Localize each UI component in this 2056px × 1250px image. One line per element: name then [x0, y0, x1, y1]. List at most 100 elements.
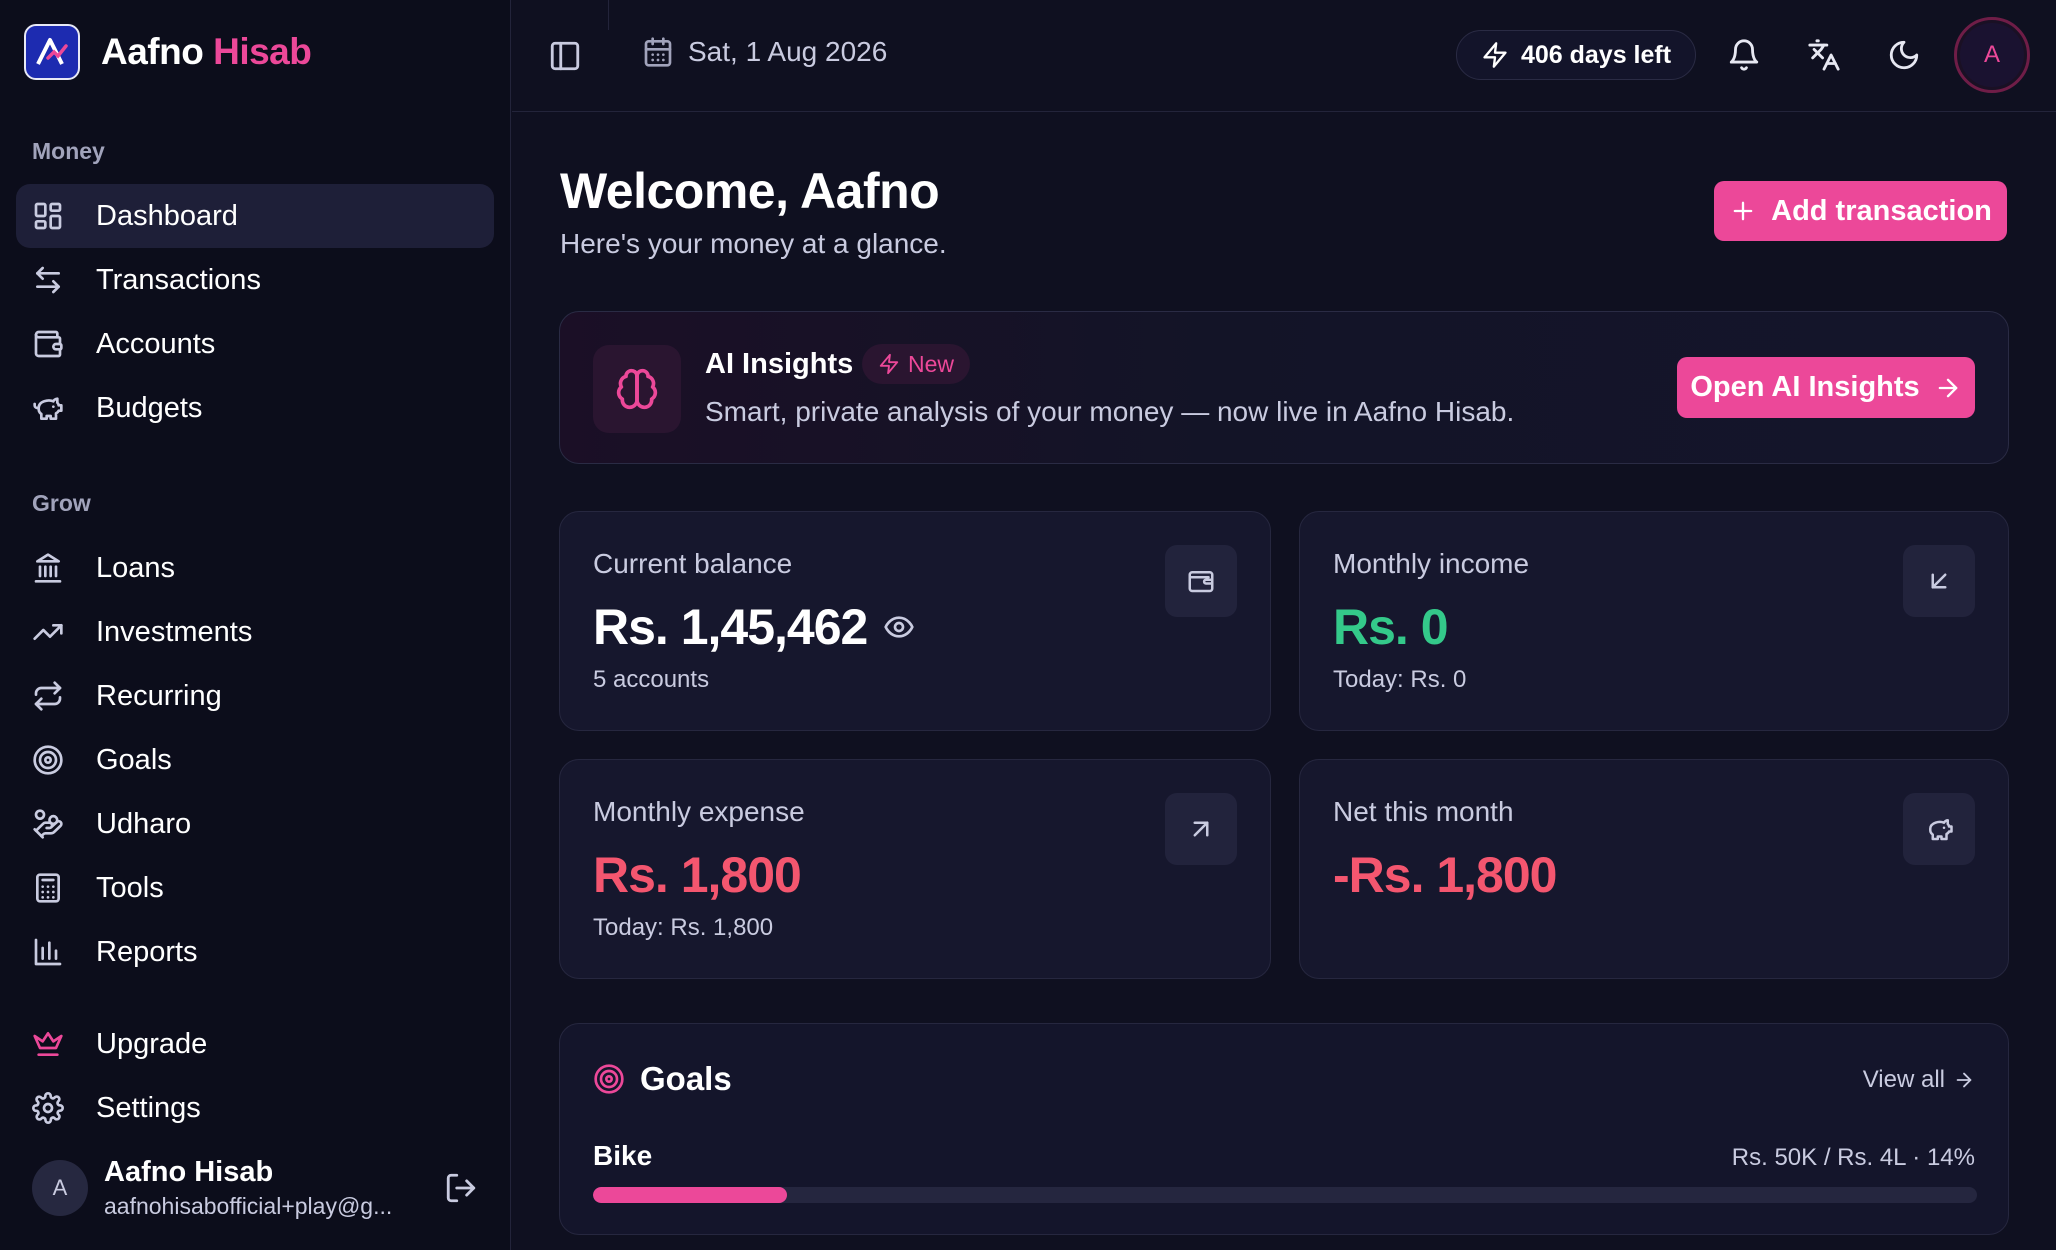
sidebar-item-transactions[interactable]: Transactions: [16, 248, 494, 312]
brand-name-part2: Hisab: [213, 31, 312, 72]
open-ai-insights-label: Open AI Insights: [1690, 371, 1920, 403]
target-icon: [33, 745, 63, 775]
bar-chart-icon: [34, 938, 62, 966]
goals-card: Goals View all Bike Rs. 50K / Rs. 4L · 1…: [559, 1023, 2009, 1235]
brand[interactable]: Aafno Hisab: [24, 24, 312, 80]
hand-coins-icon: [33, 809, 63, 839]
gear-icon: [32, 1092, 64, 1124]
goal-progress-fill: [593, 1187, 787, 1203]
piggy-bank-icon: [33, 397, 63, 420]
current-balance-card[interactable]: Current balance Rs. 1,45,462 5 accounts: [559, 511, 1271, 731]
stat-label: Monthly income: [1333, 548, 1530, 579]
bell-icon[interactable]: [1727, 38, 1761, 72]
ai-insights-banner: AI Insights New Smart, private analysis …: [559, 311, 2009, 464]
sidebar-item-label: Recurring: [96, 679, 222, 712]
sidebar-item-udharo[interactable]: Udharo: [16, 792, 494, 856]
moon-icon[interactable]: [1887, 38, 1921, 72]
date-text: Sat, 1 Aug 2026: [688, 36, 888, 67]
dashboard-grid-icon: [34, 202, 62, 230]
top-bar: Sat, 1 Aug 2026 406 days left A: [512, 0, 2056, 112]
goals-title: Goals: [640, 1060, 732, 1097]
sidebar-item-label: Tools: [96, 871, 164, 904]
section-label-grow: Grow: [32, 490, 91, 516]
sidebar-item-dashboard[interactable]: Dashboard: [16, 184, 494, 248]
sidebar-item-label: Settings: [96, 1091, 201, 1124]
new-badge-label: New: [908, 350, 955, 377]
add-transaction-button[interactable]: Add transaction: [1714, 181, 2007, 241]
sidebar-item-label: Transactions: [96, 263, 261, 296]
wallet-icon: [1165, 545, 1237, 617]
arrows-left-right-icon: [36, 266, 60, 294]
arrow-right-icon: [1956, 1072, 1972, 1088]
stat-subtext: 5 accounts: [593, 666, 710, 693]
sidebar-item-label: Goals: [96, 743, 172, 776]
stat-value: Rs. 1,45,462: [593, 598, 915, 656]
new-badge: New: [862, 344, 971, 384]
sidebar-item-label: Udharo: [96, 807, 192, 840]
sidebar-item-label: Accounts: [96, 327, 216, 360]
page-subtitle: Here's your money at a glance.: [560, 228, 947, 259]
sidebar-item-label: Dashboard: [96, 199, 238, 232]
crown-icon: [33, 1032, 63, 1056]
profile-avatar[interactable]: A: [1954, 17, 2030, 93]
sidebar-item-accounts[interactable]: Accounts: [16, 312, 494, 376]
sidebar-item-loans[interactable]: Loans: [16, 536, 494, 600]
current-date: Sat, 1 Aug 2026: [642, 36, 887, 68]
current-balance-value: Rs. 1,45,462: [593, 599, 868, 655]
divider: [608, 0, 609, 30]
sidebar-item-goals[interactable]: Goals: [16, 728, 494, 792]
eye-icon[interactable]: [883, 611, 915, 643]
sidebar-item-upgrade[interactable]: Upgrade: [16, 1012, 494, 1076]
stat-label: Net this month: [1333, 796, 1514, 827]
calendar-icon: [644, 37, 672, 67]
arrow-down-left-icon: [1903, 545, 1975, 617]
goal-progress-text: Rs. 50K / Rs. 4L · 14%: [1731, 1144, 1975, 1171]
days-left-text: 406 days left: [1520, 40, 1672, 69]
avatar[interactable]: A: [32, 1160, 88, 1216]
stat-label: Monthly expense: [593, 796, 805, 827]
sidebar-item-settings[interactable]: Settings: [16, 1076, 494, 1140]
lightning-icon: [1483, 42, 1507, 68]
sidebar-item-label: Budgets: [96, 391, 203, 424]
view-all-goals-link[interactable]: View all: [1863, 1066, 1975, 1094]
brand-name: Aafno Hisab: [101, 31, 312, 73]
sidebar-toggle-icon[interactable]: [548, 39, 582, 73]
calculator-icon: [36, 873, 60, 903]
sidebar-item-label: Loans: [96, 551, 176, 584]
wallet-icon: [34, 330, 63, 358]
ai-insights-description: Smart, private analysis of your money — …: [705, 396, 1515, 427]
stat-subtext: Today: Rs. 0: [1333, 666, 1467, 693]
add-transaction-label: Add transaction: [1771, 194, 1992, 227]
sidebar-item-recurring[interactable]: Recurring: [16, 664, 494, 728]
monthly-expense-card[interactable]: Monthly expense Rs. 1,800 Today: Rs. 1,8…: [559, 759, 1271, 979]
days-left-badge[interactable]: 406 days left: [1456, 30, 1696, 80]
stat-subtext: Today: Rs. 1,800: [593, 914, 774, 941]
ai-insights-title: AI Insights: [705, 348, 854, 380]
goal-name[interactable]: Bike: [593, 1140, 652, 1172]
monthly-income-value: Rs. 0: [1333, 599, 1449, 655]
user-email: aafnohisabofficial+play@g...: [104, 1193, 393, 1219]
repeat-icon: [34, 681, 62, 711]
monthly-income-card[interactable]: Monthly income Rs. 0 Today: Rs. 0: [1299, 511, 2009, 731]
translate-icon[interactable]: [1807, 38, 1841, 72]
lightning-icon: [879, 353, 899, 375]
open-ai-insights-button[interactable]: Open AI Insights: [1677, 357, 1975, 418]
sidebar-item-investments[interactable]: Investments: [16, 600, 494, 664]
user-name: Aafno Hisab: [104, 1156, 274, 1188]
sidebar-item-tools[interactable]: Tools: [16, 856, 494, 920]
logout-icon[interactable]: [444, 1171, 478, 1205]
stat-label: Current balance: [593, 548, 793, 579]
brain-icon: [593, 345, 681, 433]
sidebar-item-label: Upgrade: [96, 1027, 208, 1060]
bank-icon: [34, 553, 62, 583]
sidebar-item-budgets[interactable]: Budgets: [16, 376, 494, 440]
trending-up-icon: [33, 624, 63, 640]
monthly-expense-value: Rs. 1,800: [593, 847, 802, 903]
sidebar-item-label: Reports: [96, 935, 198, 968]
profile-avatar-initial: A: [1960, 23, 2024, 87]
goal-progress-bar: [593, 1187, 1977, 1203]
sidebar-item-label: Investments: [96, 615, 253, 648]
sidebar-item-reports[interactable]: Reports: [16, 920, 494, 984]
net-this-month-card[interactable]: Net this month -Rs. 1,800: [1299, 759, 2009, 979]
app-logo: [24, 24, 80, 80]
